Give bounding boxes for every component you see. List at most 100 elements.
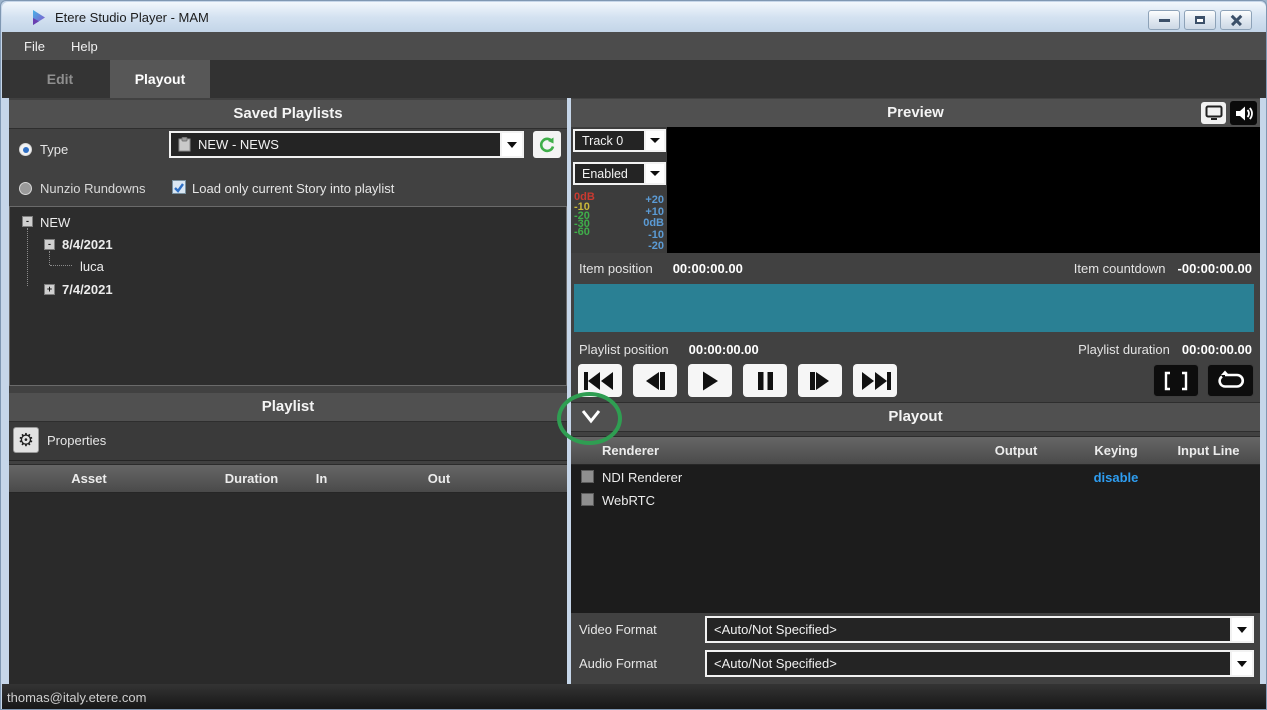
type-radio[interactable]: [19, 143, 32, 156]
tree-expander-minus-icon[interactable]: -: [22, 216, 33, 227]
renderer-row-ndi[interactable]: NDI Renderer: [602, 470, 682, 485]
video-format-dropdown[interactable]: <Auto/Not Specified>: [705, 616, 1254, 643]
properties-label: Properties: [47, 433, 106, 448]
maximize-button[interactable]: [1184, 10, 1216, 30]
renderer-row-webrtc[interactable]: WebRTC: [602, 493, 655, 508]
tree-expander-plus-icon[interactable]: +: [44, 284, 55, 295]
audio-enabled-dropdown[interactable]: Enabled: [573, 162, 666, 185]
webrtc-checkbox[interactable]: [581, 493, 594, 506]
refresh-button[interactable]: [533, 131, 561, 158]
video-preview-area[interactable]: [667, 127, 1260, 253]
play-icon: [701, 371, 719, 391]
preview-header: Preview: [571, 99, 1260, 128]
tree-connector: [49, 251, 50, 265]
playlist-type-dropdown[interactable]: NEW - NEWS: [169, 131, 524, 158]
column-renderer[interactable]: Renderer: [602, 437, 722, 465]
check-icon: [173, 182, 185, 194]
item-position-label: Item position: [579, 261, 653, 276]
title-bar: Etere Studio Player - MAM: [2, 2, 1266, 32]
skip-end-icon: [858, 371, 892, 391]
item-position-value: 00:00:00.00: [673, 261, 743, 276]
gear-icon: ⚙: [18, 430, 34, 451]
playlist-duration-value: 00:00:00.00: [1182, 342, 1252, 357]
dropdown-arrow-icon[interactable]: [1230, 652, 1252, 675]
menu-file[interactable]: File: [24, 39, 45, 54]
audio-format-dropdown[interactable]: <Auto/Not Specified>: [705, 650, 1254, 677]
load-story-checkbox[interactable]: [172, 180, 186, 194]
saved-playlists-header: Saved Playlists: [9, 100, 567, 129]
step-back-button[interactable]: [633, 364, 677, 397]
video-format-label: Video Format: [579, 622, 657, 637]
logged-in-user: thomas@italy.etere.com: [7, 690, 146, 705]
loop-icon: [1216, 370, 1246, 392]
preview-playout-panel: Preview Track 0 Enabled: [571, 98, 1260, 684]
dropdown-arrow-icon[interactable]: [1230, 618, 1252, 641]
tab-edit[interactable]: Edit: [10, 60, 110, 98]
item-countdown-value: -00:00:00.00: [1178, 261, 1252, 276]
loop-button[interactable]: [1207, 364, 1254, 397]
playlist-position-label: Playlist position: [579, 342, 669, 357]
step-forward-button[interactable]: [798, 364, 842, 397]
playlist-toolbar: ⚙ Properties: [9, 422, 567, 461]
clipboard-icon: [178, 137, 191, 152]
playlist-table-body[interactable]: [9, 493, 567, 684]
column-keying[interactable]: Keying: [1076, 437, 1156, 465]
minimize-icon: [1159, 19, 1170, 22]
dropdown-arrow-icon[interactable]: [500, 133, 522, 156]
track-value: Track 0: [582, 134, 623, 148]
preview-controls-column: Track 0 Enabled 0dB -10 -20 -30 -60 +20 …: [571, 127, 667, 253]
tree-item-date-1[interactable]: 8/4/2021: [62, 237, 113, 252]
column-duration[interactable]: Duration: [189, 465, 314, 493]
pause-icon: [757, 371, 774, 391]
skip-start-icon: [583, 371, 617, 391]
tab-playout[interactable]: Playout: [110, 60, 210, 98]
dropdown-arrow-icon[interactable]: [644, 164, 664, 183]
renderer-table-body: NDI Renderer disable WebRTC: [571, 465, 1260, 613]
menu-help[interactable]: Help: [71, 39, 98, 54]
audio-format-label: Audio Format: [579, 656, 657, 671]
refresh-icon: [537, 135, 557, 155]
dropdown-arrow-icon[interactable]: [644, 131, 664, 150]
tree-item-new[interactable]: NEW: [40, 215, 70, 230]
saved-playlists-panel: Saved Playlists Type NEW - NEWS Nunzio R…: [9, 98, 567, 684]
close-button[interactable]: [1220, 10, 1252, 30]
video-format-value: <Auto/Not Specified>: [714, 622, 837, 637]
track-dropdown[interactable]: Track 0: [573, 129, 666, 152]
mark-in-out-button[interactable]: [1153, 364, 1199, 397]
renderer-table-header: Renderer Output Keying Input Line: [571, 436, 1260, 465]
tree-expander-minus-icon[interactable]: -: [44, 239, 55, 250]
tree-item-luca[interactable]: luca: [80, 259, 104, 274]
load-story-label: Load only current Story into playlist: [192, 181, 394, 196]
playlist-position-value: 00:00:00.00: [689, 342, 759, 357]
audio-mute-button[interactable]: [1230, 101, 1257, 125]
column-in[interactable]: In: [299, 465, 344, 493]
minimize-button[interactable]: [1148, 10, 1180, 30]
chevron-down-icon[interactable]: [575, 404, 607, 428]
skip-to-start-button[interactable]: [578, 364, 622, 397]
playlist-progress-bar[interactable]: [574, 284, 1254, 332]
audio-format-value: <Auto/Not Specified>: [714, 656, 837, 671]
fullscreen-preview-button[interactable]: [1201, 102, 1226, 124]
monitor-icon: [1205, 105, 1223, 121]
column-output[interactable]: Output: [976, 437, 1056, 465]
column-input-line[interactable]: Input Line: [1166, 437, 1251, 465]
item-countdown-label: Item countdown: [1074, 261, 1166, 276]
application-window: Etere Studio Player - MAM File Help Edit…: [0, 0, 1267, 710]
keying-disable-link[interactable]: disable: [1076, 470, 1156, 485]
skip-to-end-button[interactable]: [853, 364, 897, 397]
step-forward-icon: [809, 371, 831, 391]
playlist-duration-label: Playlist duration: [1078, 342, 1170, 357]
playout-header: Playout: [571, 402, 1260, 432]
audio-meter-scale-right: +20 +10 0dB -10 -20: [615, 195, 664, 253]
play-button[interactable]: [688, 364, 732, 397]
tab-strip: Edit Playout: [2, 60, 1266, 98]
pause-button[interactable]: [743, 364, 787, 397]
column-asset[interactable]: Asset: [34, 465, 144, 493]
tree-item-date-2[interactable]: 7/4/2021: [62, 282, 113, 297]
nunzio-rundowns-radio[interactable]: [19, 182, 32, 195]
tree-connector: [27, 228, 28, 286]
playlist-tree: - NEW - 8/4/2021 luca + 7/4/2021: [9, 206, 567, 386]
properties-button[interactable]: ⚙: [13, 427, 39, 453]
ndi-renderer-checkbox[interactable]: [581, 470, 594, 483]
column-out[interactable]: Out: [404, 465, 474, 493]
